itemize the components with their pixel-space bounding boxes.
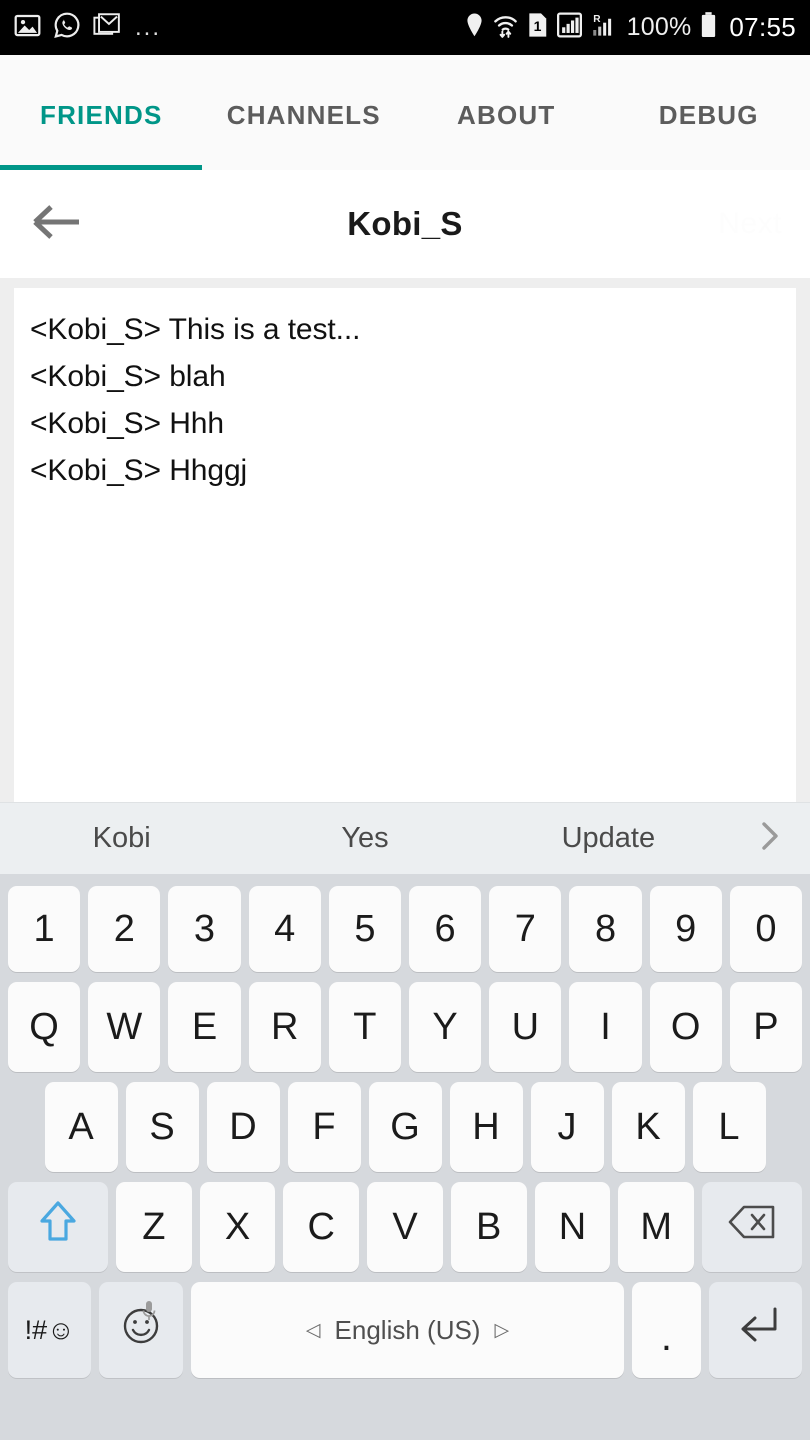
wifi-icon (493, 12, 518, 44)
battery-percent-label: 100% (626, 13, 692, 41)
key-u[interactable]: U (489, 982, 562, 1072)
chat-area-container: <Kobi_S> This is a test... <Kobi_S> blah… (0, 278, 810, 802)
tab-channels[interactable]: CHANNELS (203, 94, 406, 131)
key-7[interactable]: 7 (489, 886, 562, 972)
signal-boxed-icon (556, 12, 582, 43)
status-bar-right-icons: 1 R 100% 07:55 (465, 11, 796, 44)
next-button[interactable]: Next (718, 207, 782, 241)
suggestion-item-3[interactable]: Update (487, 822, 730, 855)
chat-log[interactable]: <Kobi_S> This is a test... <Kobi_S> blah… (14, 288, 796, 802)
key-8[interactable]: 8 (569, 886, 642, 972)
chevron-right-icon (757, 816, 783, 861)
keyboard-row-bottom-letters: Z X C V B N M (4, 1177, 806, 1277)
key-h[interactable]: H (449, 1082, 523, 1172)
status-overflow-dots: ... (135, 13, 162, 41)
arrow-left-icon (27, 202, 83, 247)
enter-return-icon (729, 1303, 781, 1357)
suggestion-item-2[interactable]: Yes (243, 822, 486, 855)
key-4[interactable]: 4 (248, 886, 321, 972)
tab-debug[interactable]: DEBUG (608, 94, 810, 131)
key-3[interactable]: 3 (168, 886, 241, 972)
space-language-label: English (US) (334, 1314, 481, 1345)
key-t[interactable]: T (328, 982, 401, 1072)
symbols-key[interactable]: !#☺ (8, 1282, 92, 1378)
keyboard-row-home: A S D F G H J K L (4, 1077, 806, 1177)
shift-key[interactable] (8, 1182, 108, 1272)
tab-bar: FRIENDS CHANNELS ABOUT DEBUG (0, 55, 810, 170)
microphone-icon (141, 1289, 157, 1332)
key-p[interactable]: P (729, 982, 803, 1072)
clock-label: 07:55 (729, 12, 796, 42)
key-l[interactable]: L (692, 1082, 766, 1172)
key-j[interactable]: J (530, 1082, 604, 1172)
suggestion-bar: Kobi Yes Update (0, 802, 810, 874)
svg-text:R: R (593, 14, 601, 25)
backspace-icon (727, 1203, 777, 1251)
key-s[interactable]: S (125, 1082, 199, 1172)
key-o[interactable]: O (649, 982, 722, 1072)
key-f[interactable]: F (287, 1082, 361, 1172)
key-x[interactable]: X (199, 1182, 276, 1272)
conversation-header: Kobi_S Next (0, 170, 810, 278)
location-pin-icon (465, 12, 484, 44)
roaming-signal-icon: R (591, 12, 618, 44)
row-spacer-right (770, 1077, 807, 1177)
key-6[interactable]: 6 (409, 886, 482, 972)
svg-text:1: 1 (533, 18, 541, 34)
key-r[interactable]: R (248, 982, 321, 1072)
suggestion-item-1[interactable]: Kobi (0, 822, 243, 855)
key-d[interactable]: D (206, 1082, 280, 1172)
key-i[interactable]: I (569, 982, 642, 1072)
key-w[interactable]: W (88, 982, 161, 1072)
key-c[interactable]: C (283, 1182, 360, 1272)
row-spacer-left (4, 1077, 41, 1177)
whatsapp-icon (53, 11, 81, 44)
chat-line: <Kobi_S> This is a test... (30, 313, 361, 346)
key-v[interactable]: V (367, 1182, 443, 1272)
on-screen-keyboard: 1 2 3 4 5 6 7 8 9 0 Q W E R T Y U I O P … (0, 874, 810, 1440)
tab-friends[interactable]: FRIENDS (0, 94, 203, 131)
shift-arrow-up-icon (36, 1197, 80, 1257)
tab-about[interactable]: ABOUT (405, 94, 608, 131)
key-m[interactable]: M (618, 1182, 695, 1272)
space-prev-language-icon[interactable]: ◁ (306, 1319, 321, 1342)
phone-screen: ... 1 R 100% 07:55 FRIENDS CHANNELS ABOU… (0, 0, 810, 1440)
key-k[interactable]: K (611, 1082, 685, 1172)
back-button[interactable] (0, 202, 110, 247)
key-y[interactable]: Y (409, 982, 482, 1072)
key-a[interactable]: A (44, 1082, 118, 1172)
gallery-icon (14, 12, 41, 44)
key-q[interactable]: Q (7, 982, 81, 1072)
chat-line: <Kobi_S> Hhh (30, 407, 224, 440)
key-b[interactable]: B (450, 1182, 527, 1272)
key-2[interactable]: 2 (88, 886, 161, 972)
key-g[interactable]: G (368, 1082, 442, 1172)
emoji-key[interactable] (99, 1282, 183, 1378)
period-key[interactable]: . (632, 1282, 701, 1378)
battery-full-icon (700, 11, 717, 44)
chat-line: <Kobi_S> blah (30, 360, 226, 393)
gmail-icon (93, 12, 121, 43)
keyboard-row-function: !#☺ ◁ English (US) ▷ . (4, 1277, 806, 1383)
suggestions-expand-button[interactable] (730, 816, 810, 861)
key-1[interactable]: 1 (7, 886, 81, 972)
keyboard-row-qwerty: Q W E R T Y U I O P (4, 977, 806, 1077)
key-n[interactable]: N (534, 1182, 611, 1272)
key-5[interactable]: 5 (328, 886, 401, 972)
keyboard-row-numbers: 1 2 3 4 5 6 7 8 9 0 (4, 881, 806, 977)
space-key[interactable]: ◁ English (US) ▷ (190, 1282, 625, 1378)
backspace-key[interactable] (702, 1182, 802, 1272)
page-title: Kobi_S (347, 205, 463, 242)
status-bar: ... 1 R 100% 07:55 (0, 0, 810, 55)
status-bar-left-icons: ... (14, 11, 161, 44)
sim-1-icon: 1 (527, 12, 548, 43)
key-9[interactable]: 9 (649, 886, 722, 972)
key-e[interactable]: E (168, 982, 241, 1072)
space-next-language-icon[interactable]: ▷ (494, 1319, 509, 1342)
chat-line: <Kobi_S> Hhggj (30, 454, 248, 487)
key-0[interactable]: 0 (729, 886, 803, 972)
enter-key[interactable] (708, 1282, 802, 1378)
key-z[interactable]: Z (115, 1182, 192, 1272)
